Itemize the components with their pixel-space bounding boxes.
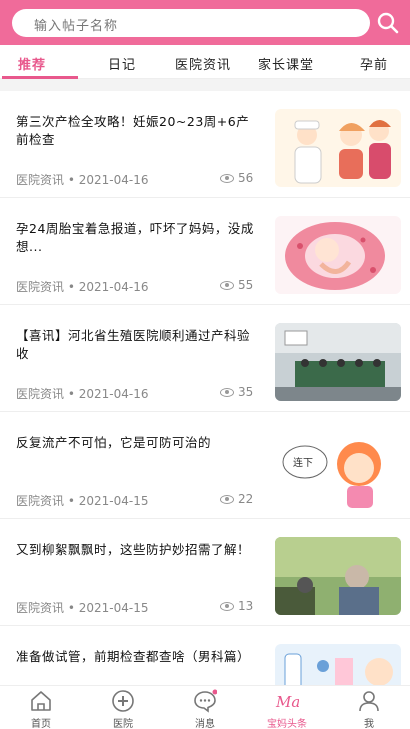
article-item[interactable]: 【喜讯】河北省生殖医院顺利通过产科验收 医院资讯 • 2021-04-16 35 bbox=[0, 305, 410, 412]
tab-parent-class[interactable]: 家长课堂 bbox=[258, 54, 314, 73]
message-icon bbox=[194, 689, 217, 713]
article-feed: 第三次产检全攻略！妊娠20~23周+6产前检查 医院资讯 • 2021-04-1… bbox=[0, 91, 410, 685]
view-count: 55 bbox=[220, 278, 253, 292]
article-meta: 医院资讯 • 2021-04-16 bbox=[16, 387, 149, 401]
article-source: 医院资讯 bbox=[16, 601, 65, 615]
article-date: 2021-04-15 bbox=[78, 601, 149, 615]
article-date: 2021-04-16 bbox=[78, 280, 149, 294]
eye-icon bbox=[220, 602, 234, 611]
article-date: 2021-04-16 bbox=[78, 387, 149, 401]
tab-recommend[interactable]: 推荐 bbox=[18, 54, 46, 73]
eye-icon bbox=[220, 281, 234, 290]
article-thumbnail[interactable] bbox=[275, 644, 401, 685]
view-count-value: 56 bbox=[238, 171, 254, 185]
article-meta: 医院资讯 • 2021-04-15 bbox=[16, 601, 149, 615]
bottom-nav: 首页 医院 消息 Ma 宝妈头条 我 bbox=[0, 685, 410, 729]
article-item[interactable]: 准备做试管，前期检查都查啥（男科篇） bbox=[0, 626, 410, 685]
view-count-value: 13 bbox=[238, 599, 254, 613]
eye-icon bbox=[220, 495, 234, 504]
article-title: 又到柳絮飘飘时，这些防护妙招需了解！ bbox=[16, 542, 251, 557]
view-count: 35 bbox=[220, 385, 253, 399]
hospital-icon bbox=[112, 690, 134, 712]
top-bar: 输入帖子名称 bbox=[0, 0, 410, 45]
article-title: 第三次产检全攻略！妊娠20~23周+6产前检查 bbox=[16, 114, 250, 147]
nav-messages[interactable]: 消息 bbox=[164, 686, 246, 729]
article-source: 医院资讯 bbox=[16, 173, 65, 187]
article-date: 2021-04-16 bbox=[78, 173, 149, 187]
search-icon[interactable] bbox=[376, 11, 400, 35]
article-meta: 医院资讯 • 2021-04-16 bbox=[16, 280, 149, 294]
article-source: 医院资讯 bbox=[16, 280, 65, 294]
view-count: 13 bbox=[220, 599, 253, 613]
nav-home[interactable]: 首页 bbox=[0, 686, 82, 729]
nav-hospital-label: 医院 bbox=[113, 719, 133, 729]
nav-hospital[interactable]: 医院 bbox=[82, 686, 164, 729]
view-count-value: 55 bbox=[238, 278, 254, 292]
home-icon bbox=[31, 691, 51, 711]
view-count: 22 bbox=[220, 492, 253, 506]
ma-logo-icon: Ma bbox=[275, 693, 299, 711]
article-title: 【喜讯】河北省生殖医院顺利通过产科验收 bbox=[16, 328, 251, 361]
tab-pre-pregnancy[interactable]: 孕前 bbox=[360, 54, 388, 73]
nav-profile[interactable]: 我 bbox=[328, 686, 410, 729]
bubble-text: 连下 bbox=[293, 456, 313, 469]
section-divider bbox=[0, 79, 410, 91]
article-title: 反复流产不可怕，它是可防可治的 bbox=[16, 435, 212, 450]
article-item[interactable]: 又到柳絮飘飘时，这些防护妙招需了解！ 医院资讯 • 2021-04-15 13 bbox=[0, 519, 410, 626]
article-thumbnail[interactable] bbox=[275, 109, 401, 187]
tab-diary[interactable]: 日记 bbox=[108, 54, 136, 73]
article-thumbnail[interactable] bbox=[275, 323, 401, 401]
nav-mom-headlines[interactable]: Ma 宝妈头条 bbox=[246, 686, 328, 729]
nav-home-label: 首页 bbox=[31, 719, 51, 729]
ma-logo-text: Ma bbox=[275, 693, 299, 711]
article-item[interactable]: 第三次产检全攻略！妊娠20~23周+6产前检查 医院资讯 • 2021-04-1… bbox=[0, 91, 410, 198]
user-icon bbox=[359, 691, 379, 712]
article-source: 医院资讯 bbox=[16, 494, 65, 508]
tab-hospital-news[interactable]: 医院资讯 bbox=[175, 54, 231, 73]
article-thumbnail[interactable]: 连下 bbox=[275, 430, 401, 508]
article-date: 2021-04-15 bbox=[78, 494, 149, 508]
nav-mom-headlines-label: 宝妈头条 bbox=[267, 719, 307, 729]
view-count: 56 bbox=[220, 171, 253, 185]
nav-profile-label: 我 bbox=[364, 719, 374, 729]
search-placeholder: 输入帖子名称 bbox=[34, 19, 119, 34]
eye-icon bbox=[220, 174, 234, 183]
article-title: 孕24周胎宝着急报道，吓坏了妈妈，没成想... bbox=[16, 221, 254, 254]
notification-badge bbox=[212, 689, 217, 695]
category-tabs: 推荐 日记 医院资讯 家长课堂 孕前 bbox=[0, 45, 410, 79]
view-count-value: 22 bbox=[238, 492, 254, 506]
article-source: 医院资讯 bbox=[16, 387, 65, 401]
article-meta: 医院资讯 • 2021-04-15 bbox=[16, 494, 149, 508]
eye-icon bbox=[220, 388, 234, 397]
article-item[interactable]: 反复流产不可怕，它是可防可治的 医院资讯 • 2021-04-15 22 连下 bbox=[0, 412, 410, 519]
article-item[interactable]: 孕24周胎宝着急报道，吓坏了妈妈，没成想... 医院资讯 • 2021-04-1… bbox=[0, 198, 410, 305]
search-input[interactable]: 输入帖子名称 bbox=[12, 9, 370, 37]
view-count-value: 35 bbox=[238, 385, 254, 399]
article-meta: 医院资讯 • 2021-04-16 bbox=[16, 173, 149, 187]
nav-messages-label: 消息 bbox=[195, 719, 215, 729]
article-title: 准备做试管，前期检查都查啥（男科篇） bbox=[16, 649, 251, 664]
article-thumbnail[interactable] bbox=[275, 216, 401, 294]
article-thumbnail[interactable] bbox=[275, 537, 401, 615]
